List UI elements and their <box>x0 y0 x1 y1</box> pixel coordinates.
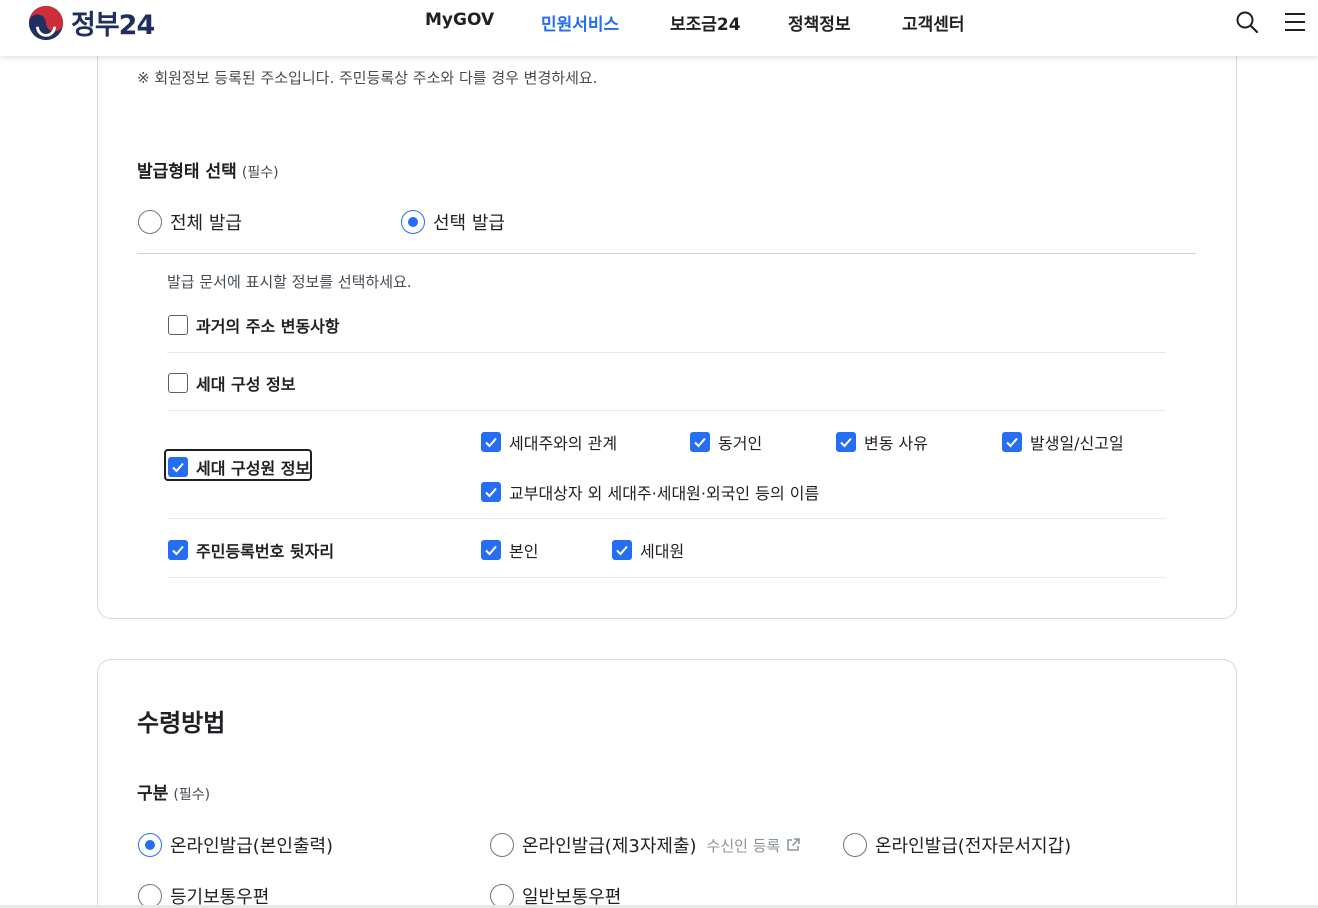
checkbox-rrn-members[interactable]: 세대원 <box>612 538 684 562</box>
checkbox-label: 세대원 <box>640 542 685 561</box>
checkbox-box[interactable] <box>168 540 188 560</box>
radio-label: 온라인발급(본인출력) <box>170 836 334 857</box>
checkbox-box[interactable] <box>481 432 501 452</box>
checkbox-other-names[interactable]: 교부대상자 외 세대주·세대원·외국인 등의 이름 <box>481 480 819 504</box>
issuance-type-heading: 발급형태 선택 (필수) <box>137 157 279 182</box>
category-label: 구분 <box>137 784 169 804</box>
radio-selective-issuance[interactable]: 선택 발급 <box>401 209 505 235</box>
select-info-hint: 발급 문서에 표시할 정보를 선택하세요. <box>167 273 412 291</box>
nav-mygov[interactable]: MyGOV <box>425 10 494 30</box>
radio-label: 전체 발급 <box>170 213 242 234</box>
check-icon <box>485 545 497 556</box>
radio-circle[interactable] <box>138 210 162 234</box>
row-divider <box>167 518 1166 519</box>
check-icon <box>1006 437 1018 448</box>
check-icon <box>485 437 497 448</box>
checkbox-label: 교부대상자 외 세대주·세대원·외국인 등의 이름 <box>509 484 820 503</box>
recipient-register-label: 수신인 등록 <box>706 836 781 855</box>
recipient-register-link[interactable]: 수신인 등록 <box>707 835 802 856</box>
checkbox-box[interactable] <box>168 315 188 335</box>
checkbox-label: 주민등록번호 뒷자리 <box>196 542 335 561</box>
checkbox-box[interactable] <box>168 373 188 393</box>
menu-icon[interactable] <box>1283 10 1307 34</box>
nav-policy[interactable]: 정책정보 <box>788 10 851 35</box>
checkbox-box[interactable] <box>481 540 501 560</box>
checkbox-box[interactable] <box>690 432 710 452</box>
checkbox-box[interactable] <box>1002 432 1022 452</box>
row-divider <box>167 577 1166 578</box>
nav-civil-service[interactable]: 민원서비스 <box>541 10 619 35</box>
checkbox-rrn-self[interactable]: 본인 <box>481 538 538 562</box>
radio-label: 온라인발급(전자문서지갑) <box>875 836 1072 857</box>
check-icon <box>840 437 852 448</box>
receipt-method-title: 수령방법 <box>137 709 226 737</box>
check-icon <box>172 462 184 473</box>
nav-customer-center[interactable]: 고객센터 <box>902 10 965 35</box>
checkbox-box[interactable] <box>168 457 188 477</box>
checkbox-past-address[interactable]: 과거의 주소 변동사항 <box>168 313 340 337</box>
radio-online-self-print[interactable]: 온라인발급(본인출력) <box>138 832 333 858</box>
checkbox-household-info[interactable]: 세대 구성 정보 <box>168 371 295 395</box>
radio-online-third-party[interactable]: 온라인발급(제3자제출) 수신인 등록 <box>490 832 801 858</box>
checkbox-cohabitant[interactable]: 동거인 <box>690 430 762 454</box>
radio-circle[interactable] <box>138 833 162 857</box>
check-icon <box>616 545 628 556</box>
radio-label: 선택 발급 <box>433 213 505 234</box>
radio-full-issuance[interactable]: 전체 발급 <box>138 209 242 235</box>
checkbox-label: 세대주와의 관계 <box>509 434 618 453</box>
search-icon[interactable] <box>1235 10 1259 34</box>
checkbox-label: 발생일/신고일 <box>1030 434 1124 453</box>
row-divider <box>167 410 1166 411</box>
check-icon <box>694 437 706 448</box>
external-link-icon <box>787 838 801 851</box>
checkbox-label: 과거의 주소 변동사항 <box>196 317 340 336</box>
radio-online-e-wallet[interactable]: 온라인발급(전자문서지갑) <box>843 832 1071 858</box>
issuance-card <box>97 0 1237 619</box>
checkbox-rrn-suffix[interactable]: 주민등록번호 뒷자리 <box>168 538 334 562</box>
required-mark: (필수) <box>173 787 211 803</box>
checkbox-relation-to-head[interactable]: 세대주와의 관계 <box>481 430 617 454</box>
receipt-card <box>97 659 1237 908</box>
site-header: 정부24 MyGOV 민원서비스 보조금24 정책정보 고객센터 <box>0 0 1318 56</box>
check-icon <box>172 545 184 556</box>
radio-circle[interactable] <box>401 210 425 234</box>
row-divider <box>167 352 1166 353</box>
checkbox-label: 본인 <box>509 542 539 561</box>
checkbox-box[interactable] <box>836 432 856 452</box>
checkbox-label: 세대 구성원 정보 <box>196 459 311 478</box>
nav-subsidy[interactable]: 보조금24 <box>670 10 741 35</box>
check-icon <box>485 487 497 498</box>
radio-label: 온라인발급(제3자제출) <box>522 836 697 857</box>
checkbox-box[interactable] <box>481 482 501 502</box>
radio-circle[interactable] <box>843 833 867 857</box>
receipt-category-heading: 구분 (필수) <box>137 779 210 804</box>
main-nav: MyGOV 민원서비스 보조금24 정책정보 고객센터 <box>0 10 1318 35</box>
address-notice: ※ 회원정보 등록된 주소입니다. 주민등록상 주소와 다를 경우 변경하세요. <box>137 69 598 87</box>
required-mark: (필수) <box>241 165 279 181</box>
section-divider <box>137 253 1196 254</box>
checkbox-label: 동거인 <box>718 434 763 453</box>
checkbox-label: 변동 사유 <box>864 434 928 453</box>
issuance-type-title: 발급형태 선택 <box>137 162 237 182</box>
checkbox-change-reason[interactable]: 변동 사유 <box>836 430 928 454</box>
checkbox-occurrence-date[interactable]: 발생일/신고일 <box>1002 430 1124 454</box>
radio-circle[interactable] <box>490 833 514 857</box>
checkbox-label: 세대 구성 정보 <box>196 375 296 394</box>
checkbox-box[interactable] <box>612 540 632 560</box>
checkbox-household-member[interactable]: 세대 구성원 정보 <box>168 455 310 479</box>
